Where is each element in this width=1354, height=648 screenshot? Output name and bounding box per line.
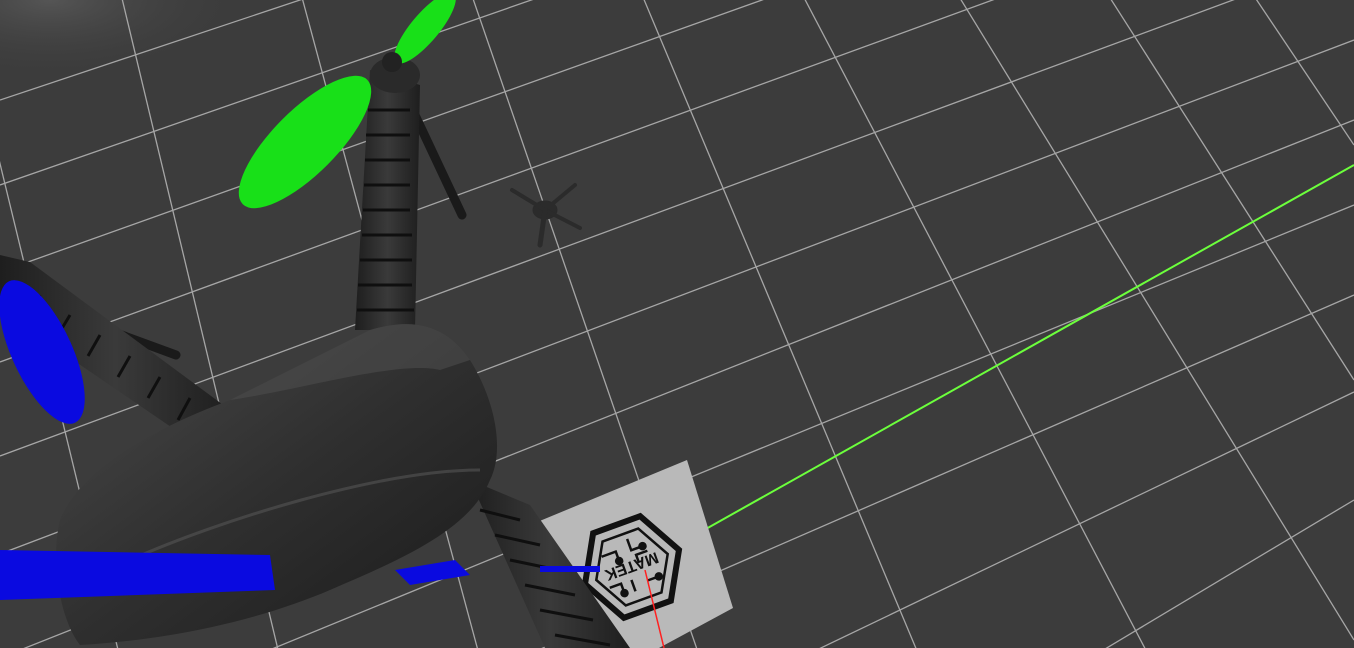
motor-hub-top	[382, 52, 402, 72]
simulation-viewport[interactable]: MATEK	[0, 0, 1354, 648]
3d-scene[interactable]: MATEK	[0, 0, 1354, 648]
propeller-blue-far-tip	[540, 566, 600, 572]
